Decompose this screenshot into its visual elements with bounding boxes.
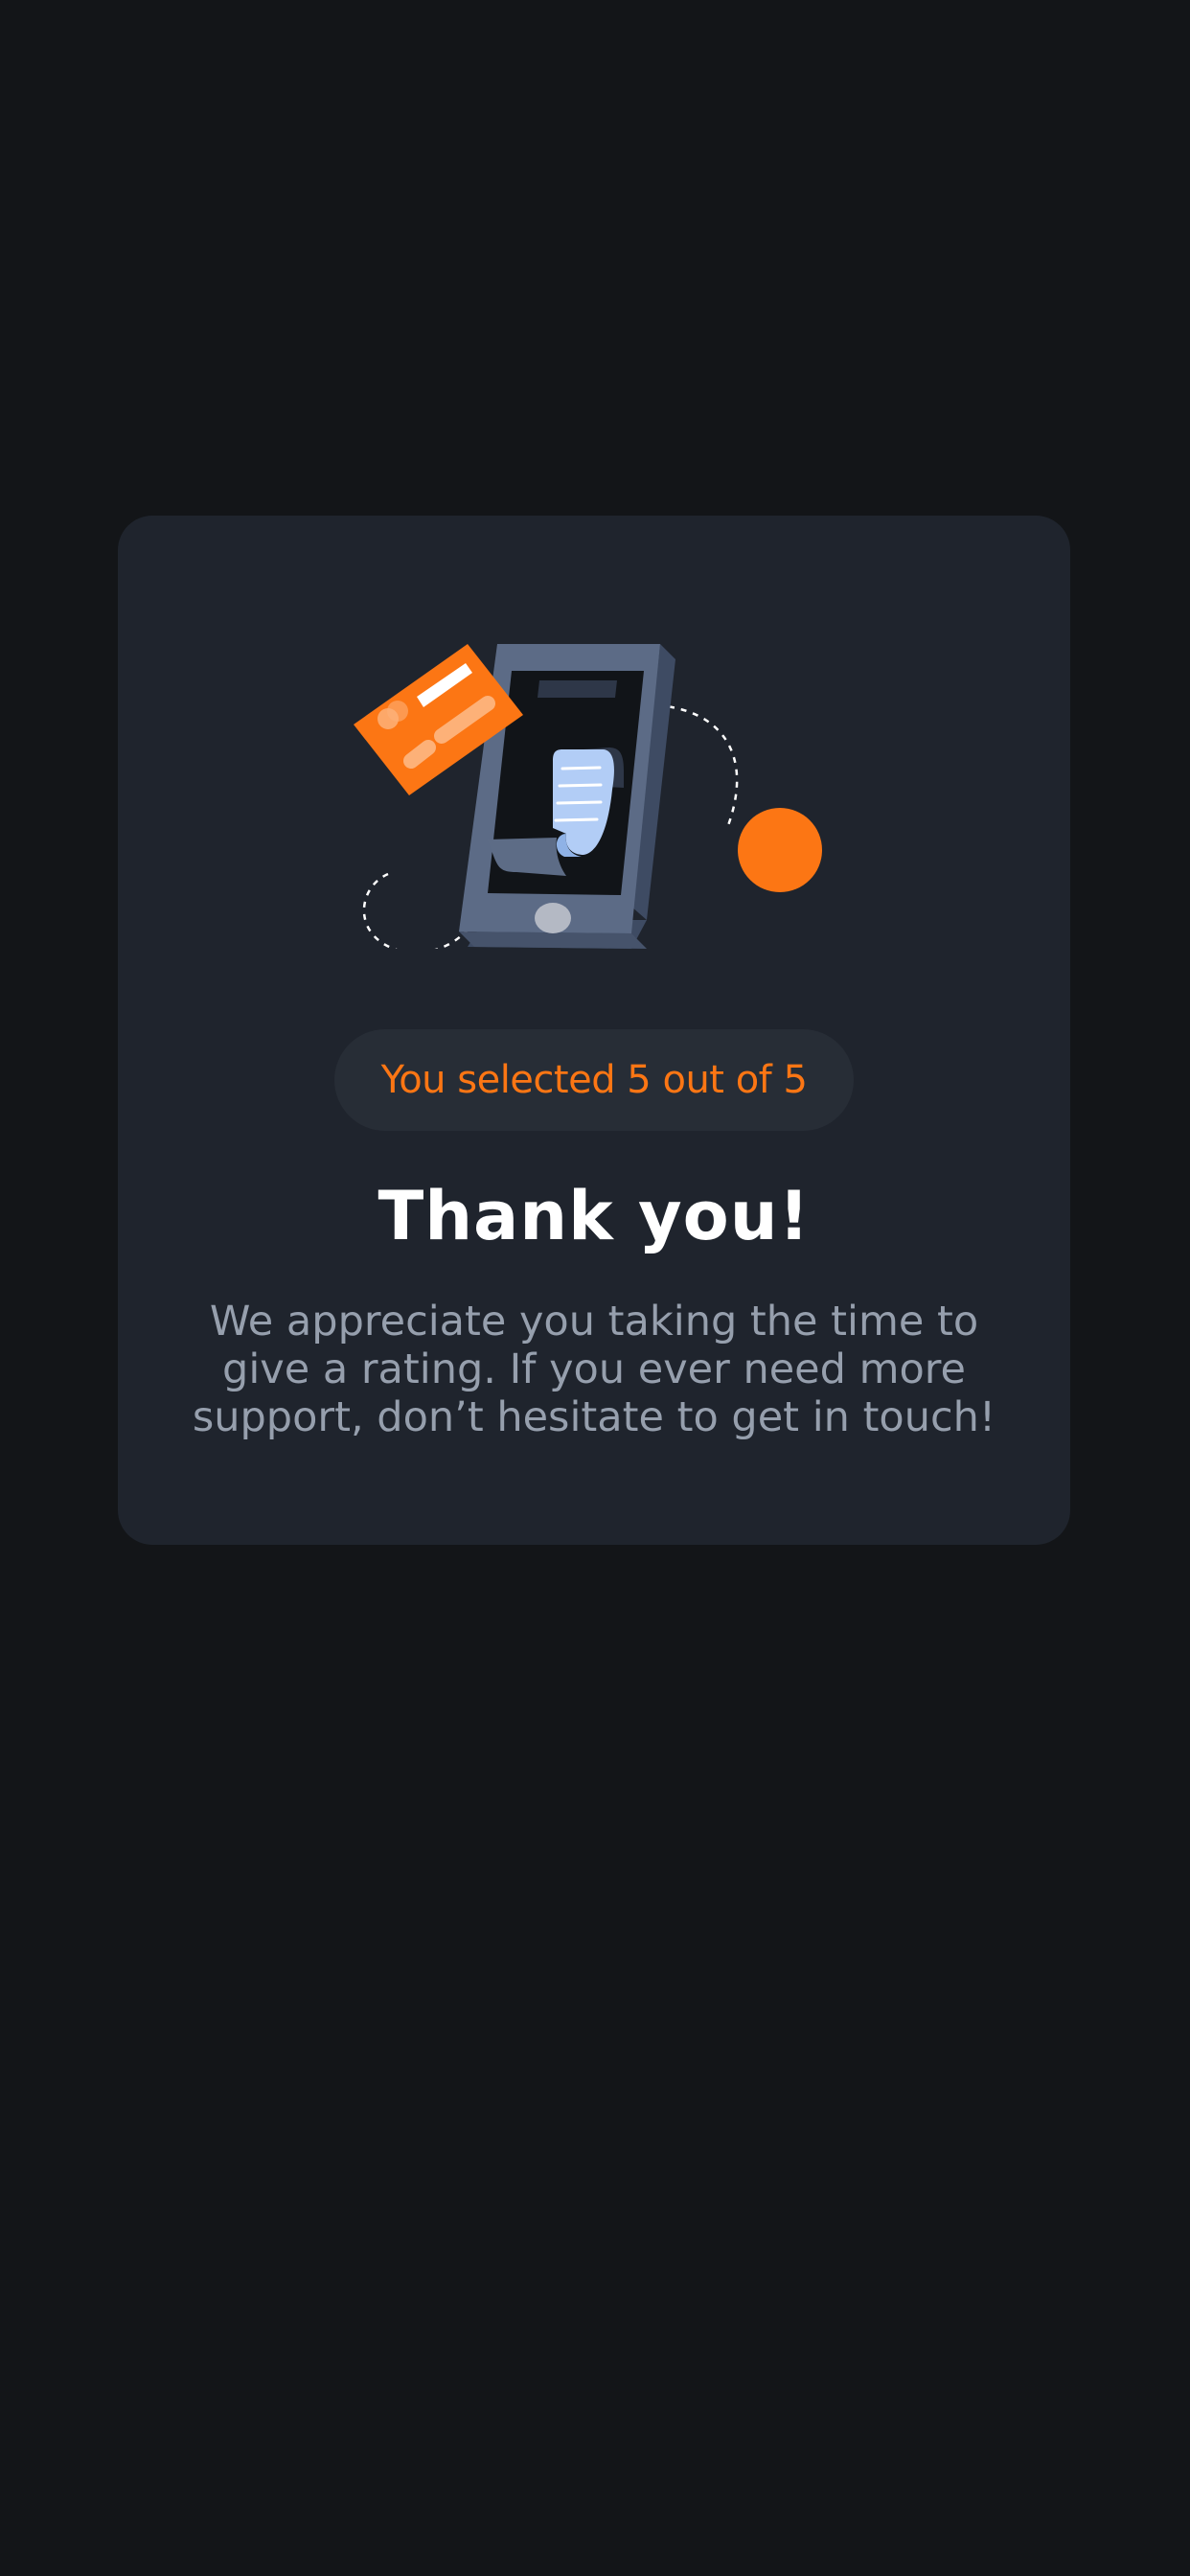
orange-dot-icon — [738, 808, 822, 892]
rating-result-badge: You selected 5 out of 5 — [334, 1029, 854, 1131]
page-title: Thank you! — [378, 1177, 811, 1255]
thank-you-card: You selected 5 out of 5 Thank you! We ap… — [118, 516, 1070, 1545]
home-button-icon — [535, 903, 571, 933]
rating-result-text: You selected 5 out of 5 — [380, 1058, 808, 1102]
dashed-path-right-icon — [655, 703, 739, 829]
dashed-path-left-icon — [362, 872, 480, 949]
payment-illustration — [354, 627, 833, 949]
thank-you-message: We appreciate you taking the time to giv… — [192, 1298, 996, 1441]
